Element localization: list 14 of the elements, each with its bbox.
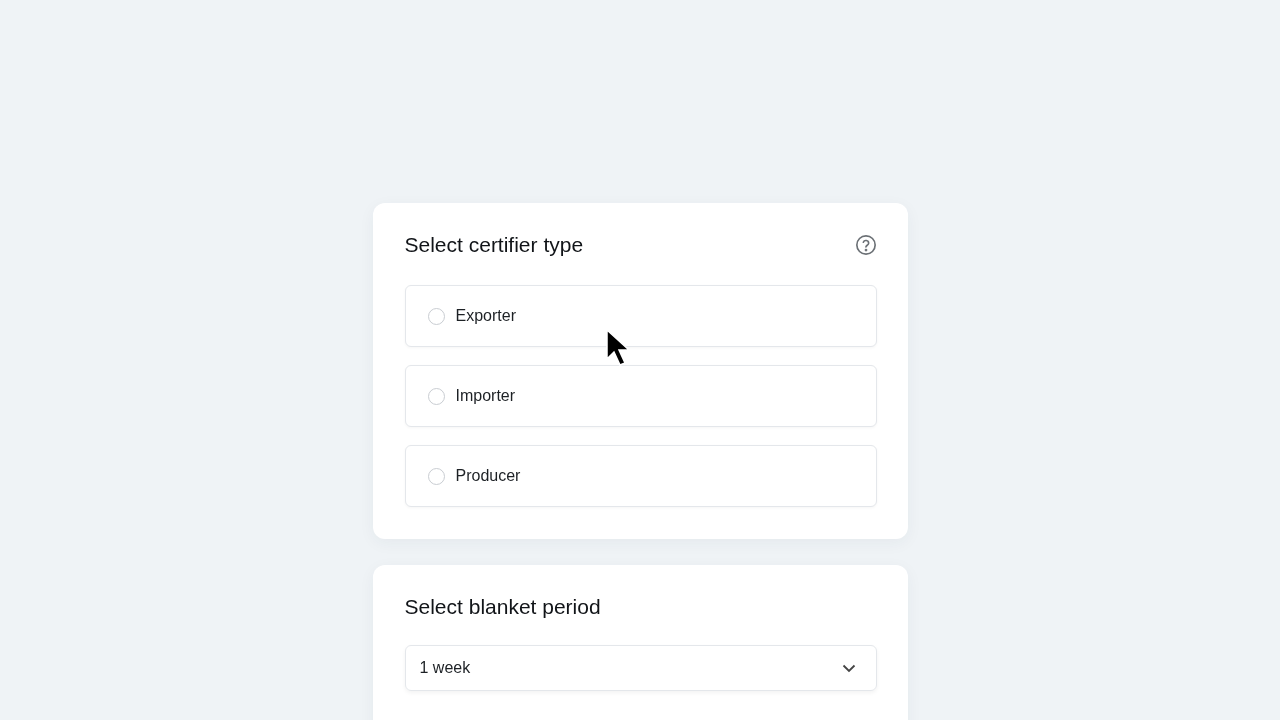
option-label: Producer <box>455 467 521 485</box>
radio-option[interactable]: Exporter <box>404 285 877 347</box>
option-label: Importer <box>455 387 516 405</box>
option-label: Exporter <box>455 307 516 325</box>
period-select[interactable]: 1 week <box>404 645 877 691</box>
radio-button[interactable] <box>427 307 445 325</box>
help-icon[interactable] <box>854 234 877 256</box>
card-title: Select certifier type <box>404 233 584 257</box>
radio-button[interactable] <box>427 387 445 405</box>
radio-option[interactable]: Importer <box>404 365 877 427</box>
radio-button[interactable] <box>427 467 445 485</box>
card-title: Select blanket period <box>404 595 601 619</box>
chevron-down-icon <box>841 663 856 673</box>
radio-option[interactable]: Producer <box>404 445 877 507</box>
